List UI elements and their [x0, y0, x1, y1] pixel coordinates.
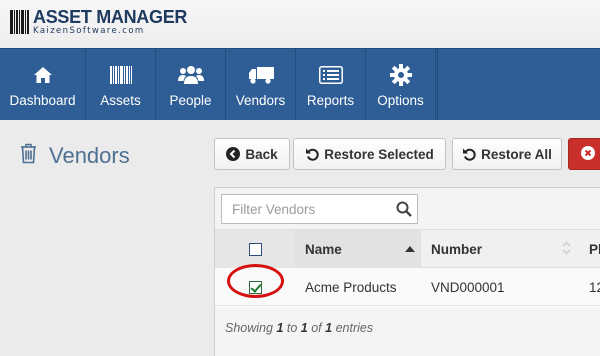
vendor-phone-cell: 12	[589, 279, 600, 295]
filter-vendors-input[interactable]	[222, 195, 392, 223]
undo-icon	[305, 147, 319, 161]
column-header-name[interactable]: Name	[295, 230, 421, 268]
arrow-left-circle-icon	[226, 147, 241, 161]
logo-title: ASSET MANAGER	[33, 7, 188, 27]
page-title: Vendors	[20, 143, 130, 169]
table-row[interactable]: Acme Products VND000001 12	[215, 268, 600, 306]
back-button-label: Back	[245, 146, 278, 162]
grid-toolbar	[215, 188, 600, 230]
main-navbar: Dashboard Assets People Vendors Reports …	[0, 48, 600, 120]
app-header: ASSET MANAGER KaizenSoftware.com	[0, 0, 600, 48]
logo-subtitle: KaizenSoftware.com	[33, 26, 145, 36]
nav-assets-label: Assets	[100, 93, 141, 108]
info-total: 1	[325, 321, 333, 335]
search-icon[interactable]	[396, 201, 412, 222]
vendor-number-cell: VND000001	[431, 279, 505, 295]
nav-people-label: People	[169, 93, 212, 108]
column-header-name-label: Name	[305, 241, 342, 257]
info-suffix: entries	[335, 321, 374, 335]
nav-vendors-label: Vendors	[235, 93, 286, 108]
column-header-phone-label: Ph	[589, 241, 600, 257]
navbar-spacer	[437, 49, 600, 120]
restore-all-label: Restore All	[481, 146, 552, 162]
trash-icon	[20, 143, 37, 169]
row-checkbox[interactable]	[248, 280, 262, 294]
back-button[interactable]: Back	[214, 138, 290, 170]
page-title-text: Vendors	[49, 143, 130, 168]
restore-all-button[interactable]: Restore All	[452, 138, 562, 170]
table-info: Showing 1 to 1 of 1 entries	[225, 321, 373, 335]
nav-vendors[interactable]: Vendors	[226, 49, 296, 120]
vendors-grid: Name Number Ph Acme Products VND000001 1…	[214, 187, 600, 356]
info-to-word: to	[286, 321, 298, 335]
sort-both-icon	[562, 241, 571, 258]
info-to: 1	[300, 321, 308, 335]
delete-button[interactable]	[568, 138, 600, 170]
nav-people[interactable]: People	[156, 49, 226, 120]
restore-selected-button[interactable]: Restore Selected	[293, 138, 446, 170]
barcode-icon	[109, 63, 132, 87]
select-all-checkbox[interactable]	[248, 242, 262, 256]
restore-selected-label: Restore Selected	[324, 146, 434, 162]
info-from: 1	[276, 321, 284, 335]
truck-icon	[248, 63, 274, 87]
people-icon	[177, 63, 204, 87]
barcode-logo-icon	[10, 10, 30, 34]
info-of-word: of	[311, 321, 322, 335]
nav-options-label: Options	[377, 93, 424, 108]
sort-ascending-icon	[405, 246, 415, 252]
nav-reports[interactable]: Reports	[296, 49, 366, 120]
nav-dashboard[interactable]: Dashboard	[0, 49, 86, 120]
column-header-number[interactable]: Number	[421, 230, 581, 268]
row-select-cell	[215, 268, 295, 306]
filter-box	[221, 194, 418, 224]
list-icon	[318, 63, 343, 87]
gear-icon	[389, 63, 412, 87]
table-header: Name Number Ph	[215, 230, 600, 268]
close-circle-icon	[581, 145, 595, 163]
undo-icon	[462, 147, 476, 161]
app-logo[interactable]: ASSET MANAGER KaizenSoftware.com	[10, 8, 187, 38]
home-icon	[33, 63, 53, 87]
column-header-number-label: Number	[431, 241, 483, 257]
info-prefix: Showing	[225, 321, 273, 335]
nav-options[interactable]: Options	[366, 49, 436, 120]
column-header-phone[interactable]: Ph	[581, 230, 600, 268]
nav-dashboard-label: Dashboard	[9, 93, 76, 108]
nav-reports-label: Reports	[306, 93, 355, 108]
select-all-cell	[215, 230, 295, 268]
vendor-name-cell: Acme Products	[305, 279, 397, 295]
nav-assets[interactable]: Assets	[86, 49, 156, 120]
